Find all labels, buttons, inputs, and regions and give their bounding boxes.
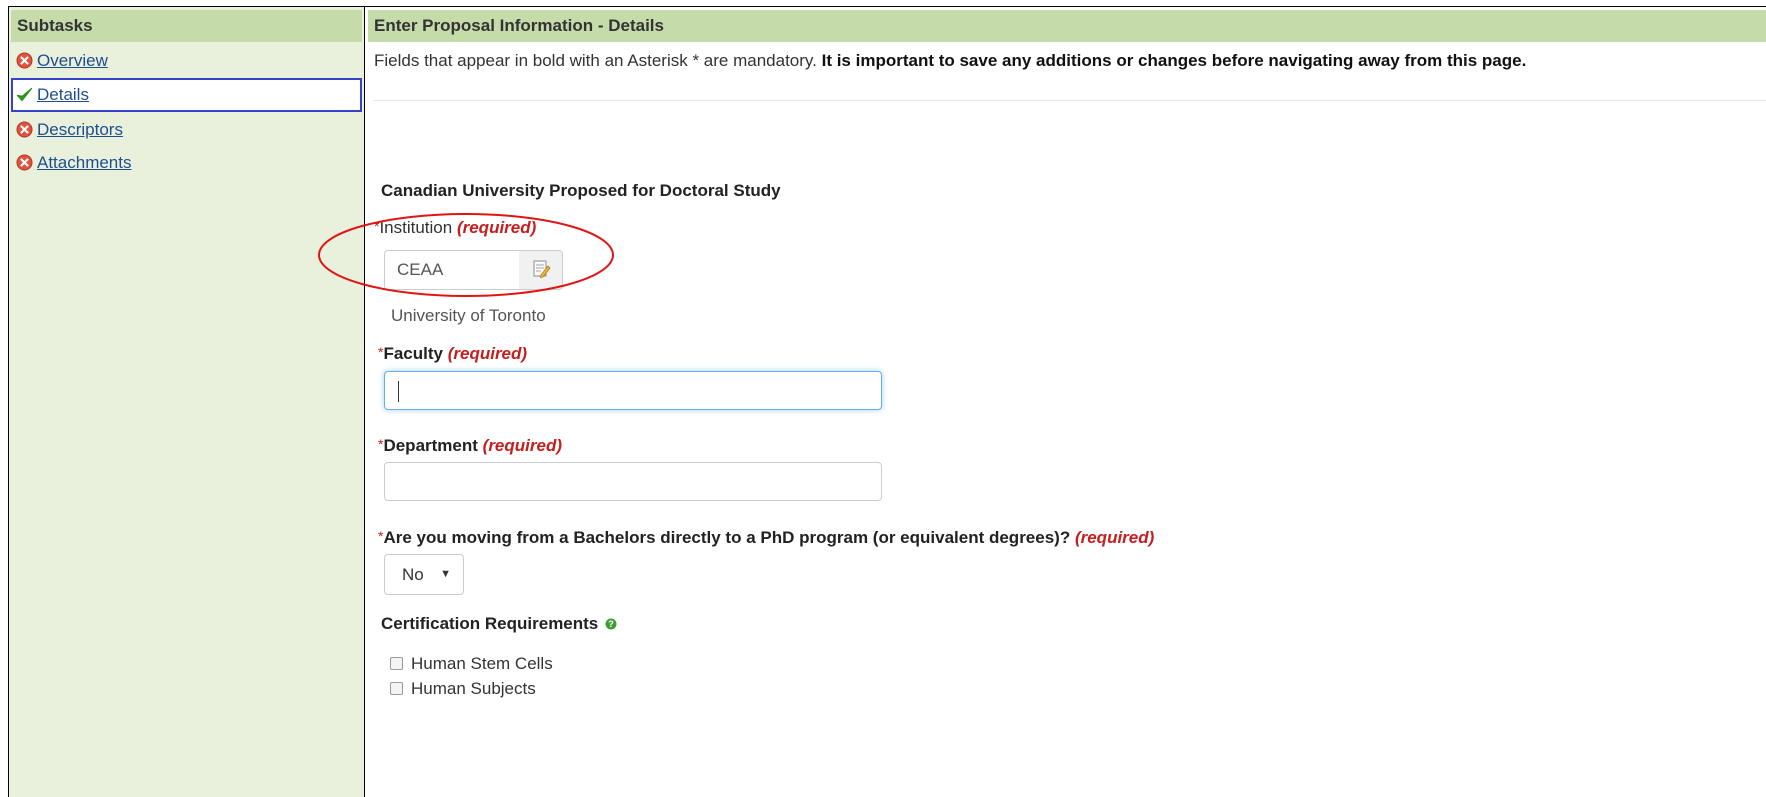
sidebar-item-label[interactable]: Descriptors <box>37 120 123 139</box>
subtasks-sidebar: Subtasks Overview Details Descriptors At… <box>9 7 365 797</box>
error-circle-icon <box>16 52 33 69</box>
section-title: Canadian University Proposed for Doctora… <box>381 181 781 200</box>
human-subjects-checkbox[interactable] <box>390 682 403 695</box>
chevron-down-icon: ▼ <box>440 568 451 580</box>
required-indicator: (required) <box>1074 528 1155 547</box>
sidebar-item-details[interactable]: Details <box>11 78 362 112</box>
main-panel: Enter Proposal Information - Details Fie… <box>368 7 1766 797</box>
institution-lookup-button[interactable] <box>519 250 563 290</box>
edit-lookup-icon <box>533 260 551 279</box>
required-indicator: (required) <box>456 218 537 237</box>
help-icon[interactable]: ? <box>605 615 617 635</box>
department-input[interactable] <box>384 462 882 501</box>
certification-title: Certification Requirements ? <box>381 614 617 635</box>
bachelors-phd-label-text: Are you moving from a Bachelors directly… <box>383 528 1071 547</box>
faculty-label: *Faculty (required) <box>378 344 527 364</box>
faculty-input[interactable] <box>384 371 882 410</box>
instructions-text: Fields that appear in bold with an Aster… <box>374 51 1526 71</box>
select-value: No <box>402 565 424 584</box>
divider <box>374 100 1766 101</box>
required-indicator: (required) <box>447 344 528 363</box>
svg-text:?: ? <box>608 619 614 629</box>
sidebar-header: Subtasks <box>11 10 362 42</box>
institution-name: University of Toronto <box>391 306 546 325</box>
institution-label-text: Institution <box>379 218 453 237</box>
app-frame: Subtasks Overview Details Descriptors At… <box>8 6 1766 797</box>
sidebar-item-descriptors[interactable]: Descriptors <box>11 113 362 147</box>
error-circle-icon <box>16 154 33 171</box>
institution-code-input[interactable] <box>384 250 520 290</box>
certification-title-text: Certification Requirements <box>381 614 599 633</box>
sidebar-item-overview[interactable]: Overview <box>11 44 362 78</box>
department-label-text: Department <box>383 436 478 455</box>
bachelors-phd-select[interactable]: No ▼ <box>384 554 464 595</box>
sidebar-item-label[interactable]: Attachments <box>37 153 132 172</box>
faculty-label-text: Faculty <box>383 344 443 363</box>
page-title: Enter Proposal Information - Details <box>368 10 1766 42</box>
required-indicator: (required) <box>482 436 562 455</box>
checkmark-icon <box>16 86 33 103</box>
human-stem-cells-checkbox[interactable] <box>390 657 403 670</box>
bachelors-phd-label: *Are you moving from a Bachelors directl… <box>378 528 1154 548</box>
department-label: *Department (required) <box>378 436 562 456</box>
sidebar-item-label[interactable]: Details <box>37 85 89 104</box>
human-subjects-label: Human Subjects <box>411 679 536 698</box>
error-circle-icon <box>16 121 33 138</box>
instructions-bold: It is important to save any additions or… <box>821 51 1527 70</box>
sidebar-item-label[interactable]: Overview <box>37 51 108 70</box>
instructions-normal: Fields that appear in bold with an Aster… <box>374 51 822 70</box>
sidebar-item-attachments[interactable]: Attachments <box>11 146 362 180</box>
human-stem-cells-label: Human Stem Cells <box>411 654 553 673</box>
text-cursor <box>398 381 399 402</box>
institution-label: *Institution (required) <box>374 218 536 238</box>
